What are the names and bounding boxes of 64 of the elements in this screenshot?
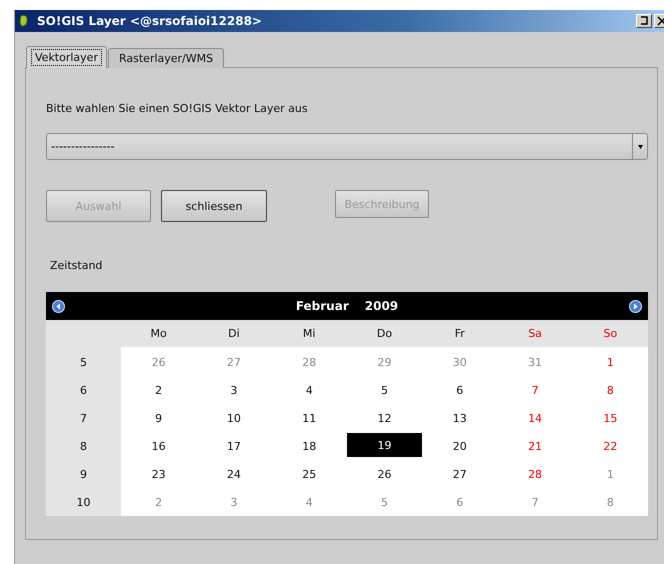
weekday-label: Di	[196, 320, 272, 347]
calendar-day[interactable]: 2	[121, 376, 196, 404]
calendar-day[interactable]: 27	[196, 348, 272, 376]
window-title: SO!GIS Layer <@srsofaioi12288>	[37, 14, 263, 28]
calendar-day[interactable]: 1	[572, 348, 648, 376]
week-number: 8	[46, 432, 121, 460]
calendar-day[interactable]: 30	[422, 348, 498, 376]
week-number: 10	[46, 488, 121, 516]
calendar-day[interactable]: 1	[572, 460, 648, 488]
calendar-day[interactable]: 23	[121, 460, 196, 488]
weekday-label: Sa	[497, 320, 573, 347]
calendar-day[interactable]: 31	[497, 348, 573, 376]
calendar-day[interactable]: 17	[196, 432, 272, 460]
calendar-day[interactable]: 25	[272, 460, 347, 488]
calendar-day[interactable]: 22	[572, 432, 648, 460]
calendar-day[interactable]: 11	[272, 404, 347, 432]
tab[interactable]: Rasterlayer/WMS	[108, 48, 224, 68]
calendar-day[interactable]: 28	[272, 348, 347, 376]
calendar-day[interactable]: 26	[346, 460, 422, 488]
year-label[interactable]: 2009	[364, 299, 398, 313]
calendar-day[interactable]: 9	[121, 404, 196, 432]
layer-dropdown[interactable]: ----------------	[46, 133, 648, 160]
calendar-day[interactable]: 19	[346, 433, 422, 457]
calendar-day[interactable]: 7	[497, 488, 573, 516]
calendar-day[interactable]: 4	[272, 376, 347, 404]
week-number: 6	[46, 376, 121, 404]
calendar-day[interactable]: 10	[196, 404, 272, 432]
calendar-day[interactable]: 6	[422, 376, 498, 404]
calendar-day[interactable]: 4	[272, 488, 347, 516]
calendar-day[interactable]: 29	[346, 348, 422, 376]
calendar-day[interactable]: 3	[196, 488, 272, 516]
calendar-day[interactable]: 16	[121, 432, 196, 460]
week-number: 5	[46, 348, 121, 376]
weekday-label: Do	[346, 320, 422, 347]
calendar-day[interactable]: 28	[497, 460, 573, 488]
prompt-text: Bitte wahlen Sie einen SO!GIS Vektor Layer aus	[46, 102, 309, 115]
calendar-day[interactable]: 5	[346, 376, 422, 404]
weekday-label: Fr	[422, 320, 498, 347]
calendar-day[interactable]: 21	[497, 432, 573, 460]
calendar-day[interactable]: 20	[422, 432, 498, 460]
calendar-day[interactable]: 8	[572, 488, 648, 516]
calendar-day[interactable]: 8	[572, 376, 648, 404]
date-label: Zeitstand	[50, 259, 104, 272]
calendar-day[interactable]: 24	[196, 460, 272, 488]
calendar-day[interactable]: 27	[422, 460, 498, 488]
weekday-label: Mo	[121, 320, 196, 347]
calendar-day[interactable]: 18	[272, 432, 347, 460]
week-number: 7	[46, 404, 121, 432]
calendar-day[interactable]: 12	[346, 404, 422, 432]
weekday-label: So	[572, 320, 648, 347]
calendar-day[interactable]: 13	[422, 404, 498, 432]
calendar-day[interactable]: 5	[346, 488, 422, 516]
calendar-day[interactable]: 3	[196, 376, 272, 404]
calendar-day[interactable]: 6	[422, 488, 498, 516]
week-number: 9	[46, 460, 121, 488]
calendar-day[interactable]: 14	[497, 404, 573, 432]
month-label[interactable]: Februar	[296, 299, 349, 313]
calendar-day[interactable]: 7	[497, 376, 573, 404]
calendar-day[interactable]: 2	[121, 488, 196, 516]
calendar-day[interactable]: 26	[121, 348, 196, 376]
tab[interactable]: Vektorlayer	[26, 46, 107, 68]
weekday-label: Mi	[272, 320, 347, 347]
dialog-button[interactable]: schliessen	[161, 190, 267, 222]
calendar-day[interactable]: 15	[572, 404, 648, 432]
